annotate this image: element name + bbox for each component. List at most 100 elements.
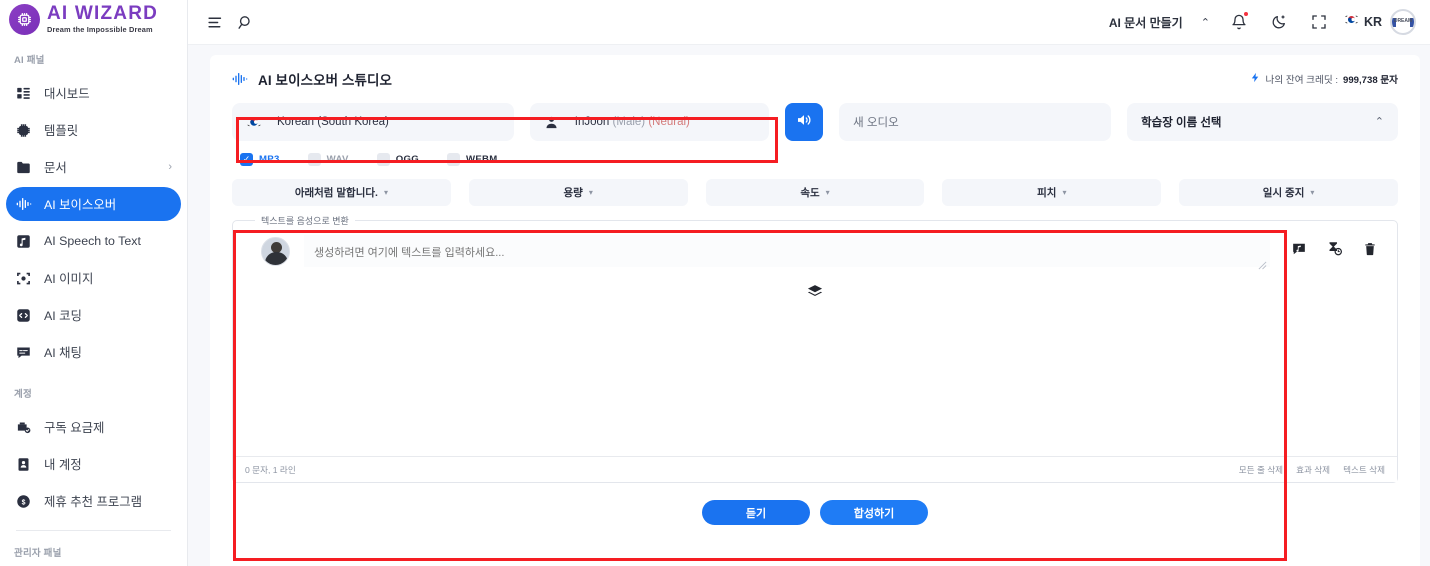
sidebar-item-label: AI 이미지 xyxy=(44,272,94,286)
sidebar-section-account: 계정 xyxy=(14,389,32,400)
voice-type: (Neural) xyxy=(648,116,690,128)
sidebar-item-my-account[interactable]: 내 계정 xyxy=(6,447,181,481)
chevron-right-icon: › xyxy=(168,161,172,173)
speaker-icon xyxy=(795,111,813,134)
voice-select-value: InJoon (Male) (Neural) xyxy=(575,116,746,128)
credit-value: 999,738 문자 xyxy=(1343,75,1398,86)
effect-pitch[interactable]: 피치 ▾ xyxy=(942,179,1162,206)
format-label: MP3 xyxy=(259,154,280,165)
chip-icon xyxy=(9,3,40,35)
chevron-up-icon[interactable]: ⌃ xyxy=(1187,16,1224,29)
brand-tagline: Dream the Impossible Dream xyxy=(47,25,153,35)
dollar-coin-icon: $ xyxy=(15,493,32,510)
delete-effects-link[interactable]: 효과 삭제 xyxy=(1296,464,1330,476)
effect-speaking-style[interactable]: 아래처럼 말합니다. ▾ xyxy=(232,179,451,206)
notification-dot xyxy=(1242,11,1249,17)
editor-footer-links: 모든 줄 삭제 효과 삭제 텍스트 삭제 xyxy=(1239,464,1385,476)
fullscreen-icon[interactable] xyxy=(1304,7,1334,37)
sidebar-item-templates[interactable]: 템플릿 xyxy=(6,113,181,147)
image-frame-icon xyxy=(15,270,32,287)
text-input[interactable] xyxy=(304,235,1270,267)
app-root: AI WIZARD Dream the Impossible Dream AI … xyxy=(0,0,1430,566)
moon-icon[interactable] xyxy=(1264,7,1294,37)
lightning-icon xyxy=(1250,72,1261,86)
editor-body xyxy=(233,221,1397,456)
format-label: WEBM xyxy=(465,154,498,165)
code-icon xyxy=(15,307,32,324)
timer-icon[interactable] xyxy=(1327,241,1342,256)
effect-label: 아래처럼 말합니다. xyxy=(294,187,378,199)
create-document-link[interactable]: AI 문서 만들기 xyxy=(1109,14,1183,31)
delete-all-lines-link[interactable]: 모든 줄 삭제 xyxy=(1239,464,1283,476)
sidebar-item-ai-image[interactable]: AI 이미지 xyxy=(6,261,181,295)
bell-icon[interactable] xyxy=(1224,7,1254,37)
effect-pause[interactable]: 일시 중지 ▾ xyxy=(1179,179,1398,206)
avatar[interactable]: DREAM xyxy=(1390,9,1416,35)
sidebar-item-dashboard[interactable]: 대시보드 xyxy=(6,76,181,110)
layers-icon[interactable] xyxy=(807,283,824,305)
brand-logo-area[interactable]: AI WIZARD Dream the Impossible Dream xyxy=(0,0,187,38)
sidebar-item-ai-voiceover[interactable]: AI 보이스오버 xyxy=(6,187,181,221)
chevron-down-icon: ▾ xyxy=(588,188,593,197)
format-options: ✓ MP3 WAV OGG WEBM xyxy=(240,153,1398,166)
effect-speed[interactable]: 속도 ▾ xyxy=(705,179,925,206)
effect-label: 일시 중지 xyxy=(1262,187,1305,199)
language-switcher[interactable]: KR xyxy=(1344,12,1382,32)
dashboard-icon xyxy=(15,85,32,102)
editor-status-bar: 0 문자, 1 라인 모든 줄 삭제 효과 삭제 텍스트 삭제 xyxy=(233,456,1397,482)
synthesize-button[interactable]: 합성하기 xyxy=(820,500,928,525)
main-area: AI 문서 만들기 ⌃ KR DREAM AI 보이스오버 스튜디오 나의 잔여… xyxy=(188,0,1430,566)
language-select-value: Korean (South Korea) xyxy=(277,116,389,128)
sidebar-item-ai-coding[interactable]: AI 코딩 xyxy=(6,298,181,332)
delete-text-link[interactable]: 텍스트 삭제 xyxy=(1343,464,1385,476)
sidebar-item-documents[interactable]: 문서 › xyxy=(6,150,181,184)
sidebar-section-admin: 관리자 패널 xyxy=(14,548,62,559)
hamburger-menu-icon[interactable] xyxy=(200,7,230,37)
waveform-icon xyxy=(232,71,248,87)
sidebar-item-ai-chat[interactable]: AI 채팅 xyxy=(6,335,181,369)
editor-line-row xyxy=(243,235,1387,272)
format-option-webm[interactable]: WEBM xyxy=(446,153,498,166)
voiceover-studio-panel: AI 보이스오버 스튜디오 나의 잔여 크레딧 : 999,738 문자 Kor… xyxy=(210,55,1420,566)
person-icon xyxy=(544,115,562,130)
effect-volume[interactable]: 용량 ▾ xyxy=(468,179,688,206)
sidebar-item-affiliate[interactable]: $ 제휴 추천 프로그램 xyxy=(6,484,181,518)
chat-icon xyxy=(15,344,32,361)
project-select[interactable]: 학습장 이름 선택 ⌃ xyxy=(1127,103,1398,141)
language-select[interactable]: Korean (South Korea) ⌃ xyxy=(232,103,514,141)
action-buttons: 듣기 합성하기 xyxy=(232,500,1398,525)
sidebar-item-label: AI 코딩 xyxy=(44,309,82,323)
search-icon[interactable] xyxy=(230,7,260,37)
voice-gender: (Male) xyxy=(612,116,646,128)
user-avatar-icon xyxy=(261,237,290,266)
trash-icon[interactable] xyxy=(1363,242,1377,256)
waveform-icon xyxy=(15,196,32,213)
audio-name-input-wrap[interactable]: 새 오디오 xyxy=(839,103,1112,141)
chevron-up-icon: ⌃ xyxy=(1374,115,1384,128)
folder-icon xyxy=(15,159,32,176)
effect-label: 속도 xyxy=(800,187,820,199)
sidebar-nav: AI 패널 대시보드 템플릿 문서 › AI 보이스오버 AI Speech t… xyxy=(0,38,187,566)
id-card-icon xyxy=(15,456,32,473)
effect-controls: 아래처럼 말합니다. ▾ 용량 ▾ 속도 ▾ 피치 ▾ 일시 중지 ▾ xyxy=(232,179,1398,206)
checkbox-checked-icon[interactable]: ✓ xyxy=(240,153,253,166)
checkbox-icon[interactable] xyxy=(307,153,321,166)
sidebar-item-label: 제휴 추천 프로그램 xyxy=(44,495,143,509)
korea-flag-icon xyxy=(246,114,264,130)
chevron-down-icon: ▾ xyxy=(383,188,388,197)
sound-bubble-icon[interactable] xyxy=(1292,242,1306,256)
format-option-mp3[interactable]: ✓ MP3 xyxy=(240,153,280,166)
sidebar-item-speech-to-text[interactable]: AI Speech to Text xyxy=(6,224,181,258)
sidebar-item-subscription[interactable]: 구독 요금제 xyxy=(6,410,181,444)
checkbox-icon[interactable] xyxy=(376,153,390,166)
resize-handle[interactable] xyxy=(1258,261,1268,271)
subscription-icon xyxy=(15,419,32,436)
audio-name-placeholder: 새 오디오 xyxy=(853,117,899,129)
checkbox-icon[interactable] xyxy=(446,153,460,166)
listen-button[interactable]: 듣기 xyxy=(702,500,810,525)
format-option-wav[interactable]: WAV xyxy=(307,153,349,166)
format-option-ogg[interactable]: OGG xyxy=(376,153,419,166)
project-select-value: 학습장 이름 선택 xyxy=(1141,117,1222,129)
preview-speaker-button[interactable] xyxy=(785,103,824,141)
voice-select[interactable]: InJoon (Male) (Neural) ⌃ xyxy=(529,103,770,141)
